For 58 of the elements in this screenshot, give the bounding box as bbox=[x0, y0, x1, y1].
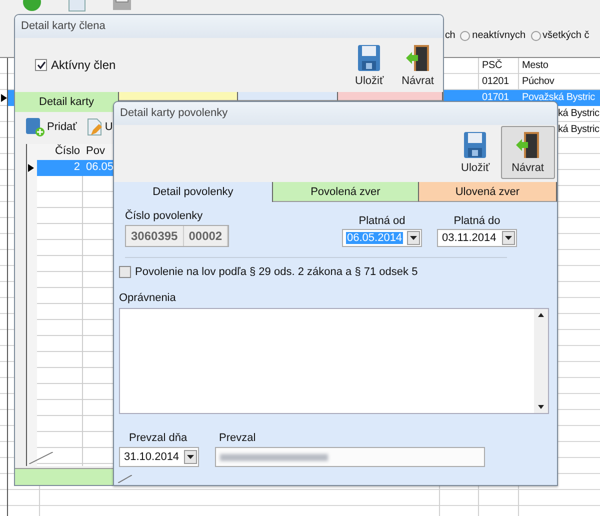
row-pointer-icon bbox=[28, 164, 34, 172]
field-label: Prevzal dňa bbox=[128, 432, 188, 444]
table-cell-text: Púchov bbox=[521, 75, 556, 89]
door-arrow-icon bbox=[404, 44, 431, 72]
back-button[interactable]: Návrat bbox=[394, 38, 441, 92]
row-pointer-icon bbox=[1, 94, 7, 102]
resize-grip-icon[interactable] bbox=[118, 475, 132, 483]
window-title: Detail karty povolenky bbox=[114, 102, 557, 125]
table-cell: 2 bbox=[37, 160, 83, 176]
scroll-up-icon[interactable] bbox=[538, 313, 544, 317]
dropdown-arrow-icon[interactable] bbox=[505, 236, 512, 240]
door-arrow-icon bbox=[514, 131, 541, 159]
save-button[interactable]: Uložiť bbox=[450, 126, 501, 179]
scroll-down-icon[interactable] bbox=[538, 405, 544, 409]
active-member-checkbox[interactable]: Aktívny člen bbox=[35, 58, 116, 72]
back-button[interactable]: Návrat bbox=[500, 126, 555, 179]
window-title: Detail karty člena bbox=[15, 15, 443, 38]
date-dropdown[interactable]: 31.10.2014 bbox=[119, 447, 199, 467]
date-dropdown[interactable]: 03.11.2014 bbox=[437, 229, 517, 247]
column-header[interactable]: PSČ bbox=[479, 58, 519, 74]
tab[interactable] bbox=[119, 92, 238, 101]
save-button[interactable]: Uložiť bbox=[348, 38, 391, 92]
table-cell-text: 01201 bbox=[481, 75, 510, 89]
add-button[interactable]: Pridať bbox=[25, 117, 77, 137]
permit-number-field: 3060395 bbox=[126, 226, 184, 246]
scrollbar[interactable] bbox=[534, 309, 548, 413]
received-by-field[interactable] bbox=[215, 447, 485, 467]
dropdown-arrow-icon[interactable] bbox=[410, 236, 417, 240]
table-cell: 06.05 bbox=[83, 160, 114, 176]
filter-radio[interactable]: všetkých č bbox=[530, 30, 590, 41]
tab[interactable] bbox=[238, 92, 338, 101]
resize-grip-icon[interactable] bbox=[29, 452, 53, 464]
tab[interactable]: Povolená zver bbox=[272, 182, 419, 202]
add-document-icon bbox=[25, 117, 45, 137]
permit-number-field: 00002 bbox=[184, 226, 228, 246]
column-header[interactable]: Pov bbox=[83, 144, 114, 160]
checkmark-icon bbox=[36, 61, 46, 69]
table-cell-text: ká Bystric bbox=[557, 107, 600, 121]
radio-label: ch bbox=[445, 30, 456, 41]
table-cell-text: Považská Bystric bbox=[521, 91, 596, 105]
column-header[interactable]: Číslo bbox=[37, 144, 83, 160]
tab[interactable]: Detail karty bbox=[15, 92, 120, 112]
column-header[interactable]: Mesto bbox=[519, 58, 600, 74]
tab[interactable]: Ulovená zver bbox=[418, 182, 557, 202]
tab[interactable]: Detail povolenky bbox=[114, 182, 273, 202]
field-label: Oprávnenia bbox=[119, 292, 176, 304]
hunting-permit-checkbox[interactable]: Povolenie na lov podľa § 29 ods. 2 zákona a § 71 odsek 5 bbox=[119, 266, 547, 278]
table-cell-text: 01701 bbox=[481, 91, 510, 105]
field-label: Číslo povolenky bbox=[125, 210, 204, 222]
filter-radio[interactable]: neaktívnych bbox=[460, 30, 526, 41]
field-label: Platná do bbox=[454, 215, 500, 227]
edit-button[interactable]: U bbox=[86, 118, 113, 136]
dropdown-arrow-icon[interactable] bbox=[187, 455, 194, 459]
field-label: Platná od bbox=[358, 215, 406, 227]
tab[interactable] bbox=[338, 92, 443, 101]
edit-document-icon bbox=[86, 118, 103, 136]
field-label: Prevzal bbox=[218, 432, 257, 444]
table-cell-text: ká Bystric bbox=[557, 123, 600, 137]
